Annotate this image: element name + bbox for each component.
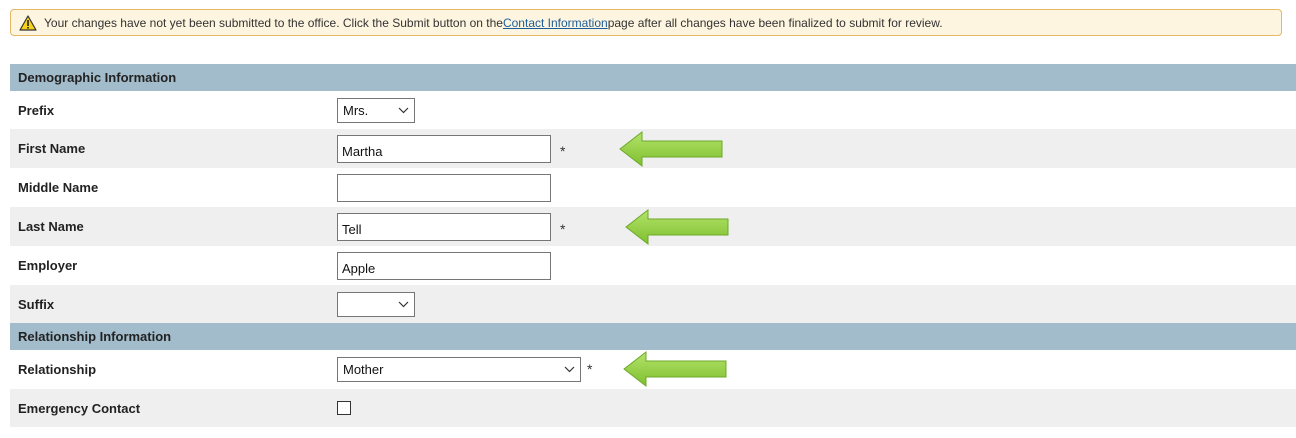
contact-information-link[interactable]: Contact Information (503, 16, 608, 30)
unsubmitted-changes-notice: Your changes have not yet been submitted… (10, 9, 1282, 36)
required-marker: * (587, 361, 593, 377)
row-suffix: Suffix (10, 285, 1296, 323)
highlight-arrow-icon (623, 350, 727, 388)
section-header-demographic: Demographic Information (10, 64, 1296, 91)
prefix-label: Prefix (18, 102, 55, 118)
emergency-contact-label: Emergency Contact (18, 400, 141, 416)
middle-name-label: Middle Name (18, 180, 99, 195)
first-name-input[interactable]: Martha (337, 134, 551, 163)
relationship-field-wrap: Mother * (337, 357, 592, 382)
required-marker: * (560, 142, 566, 159)
section-title-demographic: Demographic Information (18, 70, 177, 85)
chevron-down-icon (398, 301, 409, 307)
row-middle-name: Middle Name (10, 168, 1296, 207)
first-name-label: First Name (18, 141, 86, 156)
middle-name-input[interactable] (337, 173, 551, 202)
relationship-selected-value: Mother (343, 362, 384, 377)
required-marker: * (560, 220, 566, 237)
row-emergency-contact: Emergency Contact (10, 389, 1296, 427)
highlight-arrow-icon (619, 130, 723, 168)
emergency-contact-checkbox[interactable] (337, 401, 351, 415)
row-prefix: Prefix Mrs. (10, 91, 1296, 129)
employer-label: Employer (18, 258, 78, 273)
relationship-label: Relationship (18, 362, 97, 377)
last-name-field-wrap: Tell * (337, 212, 566, 241)
chevron-down-icon (398, 107, 409, 113)
suffix-label: Suffix (18, 296, 55, 312)
relationship-select[interactable]: Mother (337, 357, 581, 382)
last-name-label: Last Name (18, 219, 84, 234)
chevron-down-icon (564, 366, 575, 373)
contact-form: Demographic Information Prefix Mrs. Firs… (10, 64, 1296, 427)
notice-text-after: page after all changes have been finaliz… (607, 15, 943, 30)
row-last-name: Last Name Tell * (10, 207, 1296, 246)
section-header-relationship: Relationship Information (10, 323, 1296, 350)
notice-text-before: Your changes have not yet been submitted… (44, 15, 503, 30)
prefix-select[interactable]: Mrs. (337, 97, 415, 123)
employer-input[interactable]: Apple (337, 251, 551, 280)
prefix-selected-value: Mrs. (343, 102, 369, 118)
row-relationship: Relationship Mother * (10, 350, 1296, 389)
row-first-name: First Name Martha * (10, 129, 1296, 168)
warning-icon (19, 14, 37, 31)
row-employer: Employer Apple (10, 246, 1296, 285)
last-name-input[interactable]: Tell (337, 212, 551, 241)
suffix-select[interactable] (337, 291, 415, 317)
highlight-arrow-icon (625, 208, 729, 246)
first-name-field-wrap: Martha * (337, 134, 566, 163)
section-title-relationship: Relationship Information (18, 329, 172, 344)
